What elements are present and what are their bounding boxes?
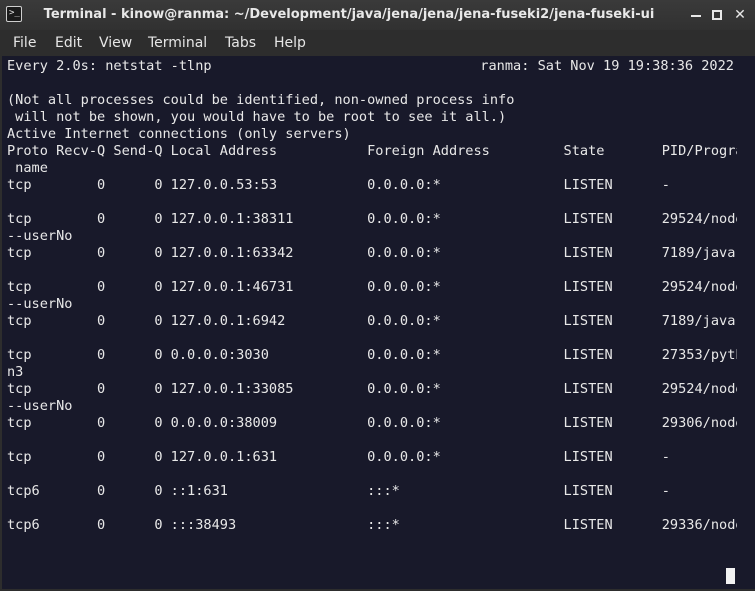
menu-view[interactable]: View [99,30,132,56]
output-line: Active Internet connections (only server… [7,126,351,142]
title-bar[interactable]: >_ Terminal - kinow@ranma: ~/Development… [0,0,755,30]
terminal-window: >_ Terminal - kinow@ranma: ~/Development… [0,0,755,591]
close-icon[interactable]: ✕ [731,6,749,24]
terminal-app-icon[interactable]: >_ [6,6,22,22]
menu-terminal[interactable]: Terminal [148,30,207,56]
menu-help[interactable]: Help [274,30,306,56]
output-line: (Not all processes could be identified, … [7,92,515,108]
menu-tabs[interactable]: Tabs [225,30,256,56]
connection-row: tcp6 0 0 :::38493 :::* LISTEN 29336/node [7,517,737,533]
connection-row: tcp 0 0 127.0.0.1:33085 0.0.0.0:* LISTEN… [7,381,737,397]
table-header-line: Proto Recv-Q Send-Q Local Address Foreig… [7,143,737,159]
connection-row: tcp 0 0 127.0.0.1:6942 0.0.0.0:* LISTEN … [7,313,736,329]
output-line: --userNo [7,228,73,244]
connection-row: tcp 0 0 127.0.0.1:38311 0.0.0.0:* LISTEN… [7,211,737,227]
maximize-icon[interactable] [708,6,726,24]
output-line: --userNo [7,296,73,312]
connection-row: tcp 0 0 0.0.0.0:38009 0.0.0.0:* LISTEN 2… [7,415,737,431]
menu-edit[interactable]: Edit [55,30,82,56]
connection-row: tcp6 0 0 ::1:631 :::* LISTEN - [7,483,670,499]
connection-row: tcp 0 0 127.0.0.1:631 0.0.0.0:* LISTEN - [7,449,670,465]
output-line: --userNo [7,398,73,414]
connection-row: tcp 0 0 127.0.0.1:46731 0.0.0.0:* LISTEN… [7,279,737,295]
connection-row: tcp 0 0 0.0.0.0:3030 0.0.0.0:* LISTEN 27… [7,347,737,363]
window-title: Terminal - kinow@ranma: ~/Development/ja… [43,7,655,22]
text-cursor [726,568,735,584]
output-line: n3 [7,364,24,380]
connection-row: tcp 0 0 127.0.0.53:53 0.0.0.0:* LISTEN - [7,177,670,193]
menu-file[interactable]: File [13,30,36,56]
menu-bar: File Edit View Terminal Tabs Help [0,30,755,56]
output-line: will not be shown, you would have to be … [7,109,507,125]
watch-command-line: Every 2.0s: netstat -tlnp [7,58,212,74]
terminal-output[interactable]: Every 2.0s: netstat -tlnp ranma: Sat Nov… [2,56,737,589]
terminal-scrollbar[interactable] [737,56,755,589]
output-line: name [7,160,48,176]
connection-row: tcp 0 0 127.0.0.1:63342 0.0.0.0:* LISTEN… [7,245,736,261]
watch-clock: ranma: Sat Nov 19 19:38:36 2022 [480,58,734,74]
minimize-icon[interactable] [687,6,705,24]
